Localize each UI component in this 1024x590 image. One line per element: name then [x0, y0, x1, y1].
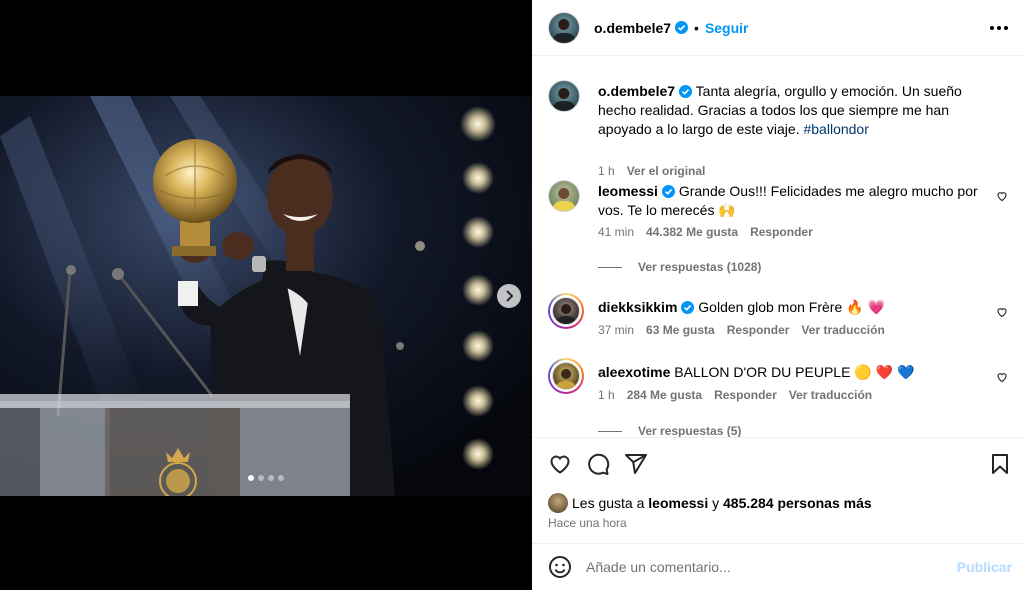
share-icon: [625, 454, 647, 474]
publish-button[interactable]: Publicar: [957, 559, 1012, 575]
comment-item: leomessi Grande Ous!!! Felicidades me al…: [548, 180, 1008, 290]
reply-button[interactable]: Responder: [714, 388, 777, 402]
more-icon: [990, 26, 994, 30]
comment-time[interactable]: 1 h: [598, 388, 615, 402]
likes-user[interactable]: leomessi: [648, 495, 708, 511]
view-replies-button[interactable]: Ver respuestas (5): [598, 424, 741, 437]
commenter-avatar[interactable]: [548, 180, 580, 212]
comment-likes[interactable]: 44.382 Me gusta: [646, 225, 738, 239]
follow-button[interactable]: Seguir: [705, 20, 749, 36]
view-replies-label[interactable]: Ver respuestas (1028): [638, 260, 761, 274]
comment-time[interactable]: 37 min: [598, 323, 634, 337]
verified-icon: [661, 185, 675, 198]
post-actions: Les gusta a leomessi y 485.284 personas …: [532, 437, 1024, 543]
carousel-dot: [258, 475, 264, 481]
author-avatar[interactable]: [548, 11, 580, 44]
view-replies-button[interactable]: Ver respuestas (1028): [598, 260, 761, 274]
post-timestamp[interactable]: Hace una hora: [548, 516, 627, 530]
carousel-dot: [248, 475, 254, 481]
heart-icon[interactable]: [996, 190, 1008, 202]
comment-text: Golden glob mon Frère 🔥 💗: [698, 299, 885, 315]
caption-time[interactable]: 1 h: [598, 164, 615, 178]
comment-icon: [588, 453, 610, 475]
comment-likes[interactable]: 63 Me gusta: [646, 323, 715, 337]
comment-time[interactable]: 41 min: [598, 225, 634, 239]
comment-text-block: diekksikkim Golden glob mon Frère 🔥 💗: [598, 298, 983, 317]
comment-username[interactable]: aleexotime: [598, 364, 670, 380]
comment-likes[interactable]: 284 Me gusta: [627, 388, 702, 402]
award-ceremony-photo: [0, 96, 532, 496]
liker-avatar[interactable]: [548, 493, 568, 513]
author-avatar[interactable]: [548, 80, 580, 112]
comment-username[interactable]: diekksikkim: [598, 299, 677, 315]
caption-meta: 1 h Ver el original: [598, 164, 705, 178]
comment-text: BALLON D'OR DU PEUPLE 🟡 ❤️ 💙: [674, 364, 915, 380]
story-ring[interactable]: [548, 358, 584, 394]
post-header: o.dembele7 • Seguir: [532, 0, 1024, 56]
comment-text-block: aleexotime BALLON D'OR DU PEUPLE 🟡 ❤️ 💙: [598, 363, 983, 382]
verified-icon: [681, 301, 695, 314]
likes-joiner: y: [712, 495, 720, 511]
bookmark-icon: [992, 454, 1008, 474]
heart-icon[interactable]: [996, 371, 1008, 383]
action-icons: [548, 452, 648, 481]
view-replies-label[interactable]: Ver respuestas (5): [638, 424, 741, 437]
likes-prefix: Les gusta a: [572, 495, 645, 511]
share-button[interactable]: [624, 452, 648, 481]
caption-text-block: o.dembele7 Tanta alegría, orgullo y emoc…: [598, 82, 983, 139]
commenter-avatar[interactable]: [552, 362, 580, 390]
like-button[interactable]: [548, 452, 572, 481]
carousel-dot: [268, 475, 274, 481]
post-caption: o.dembele7 Tanta alegría, orgullo y emoc…: [548, 80, 1008, 178]
comment-input[interactable]: [586, 559, 946, 575]
chevron-right-icon: [506, 290, 514, 302]
comment-username[interactable]: leomessi: [598, 183, 658, 199]
caption-username[interactable]: o.dembele7: [598, 83, 675, 99]
post-media-pane: [0, 0, 532, 590]
commenter-avatar[interactable]: [552, 297, 580, 325]
comments-list[interactable]: o.dembele7 Tanta alegría, orgullo y emoc…: [532, 57, 1024, 437]
comment-meta: 41 min 44.382 Me gusta Responder: [598, 225, 813, 239]
comment-item: diekksikkim Golden glob mon Frère 🔥 💗 37…: [548, 293, 1008, 343]
author-username[interactable]: o.dembele7: [594, 20, 671, 36]
comment-meta: 1 h 284 Me gusta Responder Ver traducció…: [598, 388, 872, 402]
verified-icon: [679, 85, 693, 98]
likes-others[interactable]: 485.284 personas más: [723, 495, 872, 511]
see-original-button[interactable]: Ver el original: [627, 164, 706, 178]
reply-button[interactable]: Responder: [750, 225, 813, 239]
comment-button[interactable]: [586, 452, 610, 481]
carousel-indicator: [0, 475, 532, 481]
replies-divider: [598, 266, 622, 268]
translate-button[interactable]: Ver traducción: [789, 388, 872, 402]
post-photo[interactable]: [0, 96, 532, 496]
emoji-icon[interactable]: [548, 555, 572, 579]
reply-button[interactable]: Responder: [727, 323, 790, 337]
comment-meta: 37 min 63 Me gusta Responder Ver traducc…: [598, 323, 885, 337]
add-comment-bar: Publicar: [532, 543, 1024, 590]
likes-summary[interactable]: Les gusta a leomessi y 485.284 personas …: [548, 493, 872, 513]
translate-button[interactable]: Ver traducción: [801, 323, 884, 337]
replies-divider: [598, 430, 622, 432]
caption-hashtag[interactable]: #ballondor: [803, 121, 868, 137]
comment-text-block: leomessi Grande Ous!!! Felicidades me al…: [598, 182, 983, 220]
post-details-panel: o.dembele7 • Seguir o.dembele7 Tanta ale…: [532, 0, 1024, 590]
save-button[interactable]: [988, 452, 1012, 481]
comment-item: aleexotime BALLON D'OR DU PEUPLE 🟡 ❤️ 💙 …: [548, 358, 1008, 437]
verified-icon: [675, 21, 689, 34]
heart-icon: [550, 455, 570, 474]
next-slide-button[interactable]: [497, 284, 521, 308]
more-options-button[interactable]: [990, 18, 1008, 38]
separator-dot: •: [694, 19, 699, 36]
story-ring[interactable]: [548, 293, 584, 329]
carousel-dot: [278, 475, 284, 481]
heart-icon[interactable]: [996, 306, 1008, 318]
